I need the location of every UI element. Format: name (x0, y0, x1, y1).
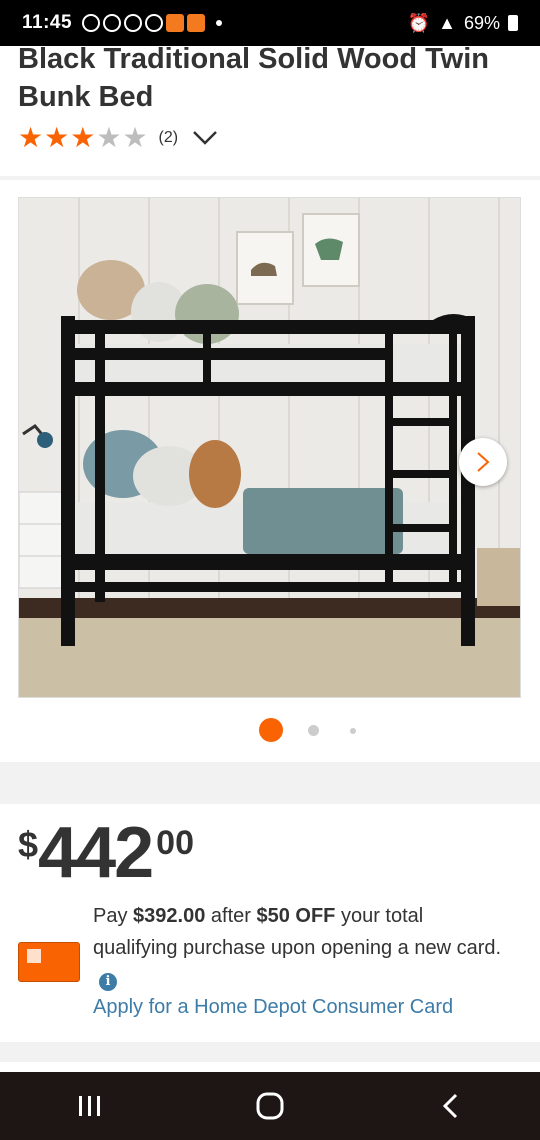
product-header: Black Traditional Solid Wood Twin Bunk B… (0, 43, 540, 176)
system-nav-bar (0, 1072, 540, 1140)
more-notifications-icon (216, 20, 223, 26)
product-image[interactable] (18, 197, 521, 698)
bunk-bed-illustration (19, 198, 520, 697)
battery-level: 69% (463, 12, 500, 33)
info-icon[interactable]: i (99, 973, 117, 991)
image-gallery (0, 180, 540, 762)
rating-summary[interactable]: ★★★★★ (2) (18, 124, 218, 152)
gallery-dot-active[interactable] (259, 718, 283, 742)
offer-price: $392.00 (133, 905, 206, 927)
back-icon (442, 1093, 458, 1119)
notification-icons (82, 14, 223, 32)
star-rating: ★★★★★ (18, 124, 149, 152)
star-empty-icon: ★ (122, 122, 148, 153)
star-filled-icon: ★ (44, 122, 70, 153)
star-filled-icon: ★ (70, 122, 96, 153)
price-cents: 00 (156, 824, 194, 862)
price-currency: $ (18, 824, 39, 865)
messenger-icon (145, 14, 164, 32)
price-section: $ 442 00 Pay $392.00 after $50 OFF your … (0, 804, 540, 1042)
gallery-dot[interactable] (350, 728, 356, 734)
recent-apps-button[interactable] (60, 1076, 120, 1136)
battery-icon (508, 15, 518, 31)
chevron-right-icon (477, 452, 490, 472)
next-image-button[interactable] (459, 438, 507, 486)
star-filled-icon: ★ (18, 122, 44, 153)
apply-card-link[interactable]: Apply for a Home Depot Consumer Card (93, 996, 453, 1019)
product-price: $ 442 00 (18, 814, 194, 892)
temu-icon (187, 14, 206, 32)
back-button[interactable] (420, 1076, 480, 1136)
wifi-signal-icon: ▲ (438, 12, 456, 33)
review-count: (2) (158, 129, 179, 146)
offer-pay: Pay (93, 905, 128, 927)
product-title: Black Traditional Solid Wood Twin Bunk B… (18, 43, 490, 113)
threads-icon (82, 14, 101, 32)
home-depot-card-image (18, 942, 80, 982)
star-empty-icon: ★ (96, 122, 122, 153)
alarm-icon: ⏰ (407, 12, 431, 33)
next-section (0, 1062, 540, 1072)
messenger-icon (103, 14, 122, 32)
system-status: ⏰ ▲ 69% (408, 13, 518, 34)
card-offer-text: Pay $392.00 after $50 OFF your total qua… (93, 900, 513, 996)
offer-discount: $50 OFF (256, 905, 336, 927)
home-button[interactable] (240, 1076, 300, 1136)
messenger-icon (124, 14, 143, 32)
price-dollars: 442 (38, 813, 154, 893)
gallery-dot[interactable] (308, 725, 319, 736)
home-icon (256, 1092, 284, 1120)
temu-icon (166, 14, 185, 32)
offer-after: after (210, 905, 251, 927)
status-time: 11:45 (22, 12, 73, 33)
chevron-down-icon[interactable] (192, 130, 218, 146)
recents-icon (79, 1096, 100, 1116)
